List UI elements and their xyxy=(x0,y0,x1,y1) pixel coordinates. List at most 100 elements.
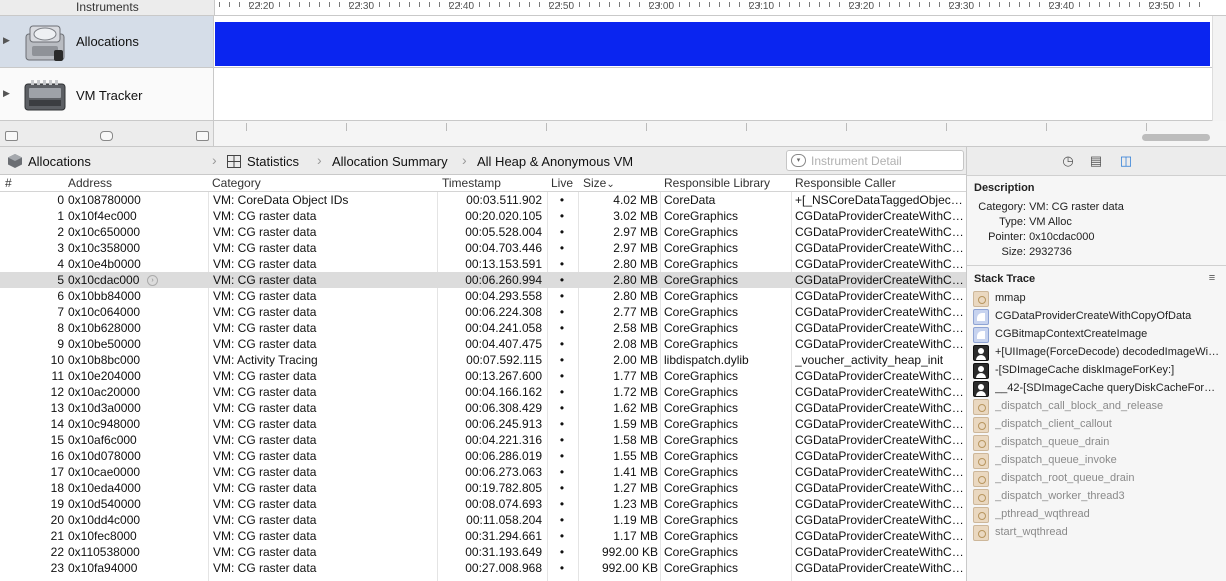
instrument-detail-input[interactable] xyxy=(811,153,961,168)
column-header-index[interactable]: # xyxy=(5,176,12,190)
stack-frame[interactable]: _dispatch_call_block_and_release xyxy=(973,398,1223,416)
stack-frame[interactable]: _dispatch_queue_drain xyxy=(973,434,1223,452)
ruler-tick xyxy=(809,2,810,7)
column-header-size[interactable]: Size⌄ xyxy=(583,176,615,190)
stack-trace-options-icon[interactable]: ≡ xyxy=(1205,271,1219,285)
ruler-tick xyxy=(979,2,980,7)
focus-arrow-icon[interactable]: › xyxy=(147,275,158,286)
stack-frame-name: _dispatch_queue_invoke xyxy=(995,454,1117,466)
table-row[interactable]: 20 0x10dd4c000 VM: CG raster data 00:11.058… xyxy=(0,512,966,528)
stack-frame[interactable]: _dispatch_worker_thread3 xyxy=(973,488,1223,506)
ruler-tick xyxy=(279,2,280,7)
row-index: 19 xyxy=(50,497,64,511)
row-size: 1.27 MB xyxy=(613,481,658,495)
stack-frame[interactable]: mmap xyxy=(973,290,1223,308)
table-row[interactable]: 4 0x10e4b0000 VM: CG raster data 00:13.153.… xyxy=(0,256,966,272)
table-row[interactable]: 3 0x10c358000 VM: CG raster data 00:04.703.… xyxy=(0,240,966,256)
vm-tracker-track-graph[interactable] xyxy=(214,68,1212,121)
user-code-icon xyxy=(973,381,989,397)
column-header-responsible-library[interactable]: Responsible Library xyxy=(664,176,770,190)
table-row[interactable]: 14 0x10c948000 VM: CG raster data 00:06.245… xyxy=(0,416,966,432)
ruler-tick xyxy=(239,2,240,7)
stack-frame[interactable]: start_wqthread xyxy=(973,524,1223,542)
table-row[interactable]: 21 0x10fec8000 VM: CG raster data 00:31.294… xyxy=(0,528,966,544)
stack-frame[interactable]: -[SDImageCache diskImageForKey:] xyxy=(973,362,1223,380)
table-row[interactable]: 17 0x10cae0000 VM: CG raster data 00:06.273… xyxy=(0,464,966,480)
row-caller: CGDataProviderCreateWithC… xyxy=(795,337,963,351)
description-type: Type: VM Alloc xyxy=(974,216,1072,228)
table-row[interactable]: 7 0x10c064000 VM: CG raster data 00:06.224.… xyxy=(0,304,966,320)
inspector-icon[interactable]: ◫ xyxy=(1118,153,1134,169)
ruler-tick xyxy=(879,2,880,7)
time-ruler[interactable]: 22:20 22:30 22:40 22:50 23:00 23:10 23:20 23:30… xyxy=(214,0,1212,16)
row-live: • xyxy=(559,385,565,399)
track-allocations[interactable]: ▶ Allocations xyxy=(0,16,214,68)
table-row[interactable]: 18 0x10eda4000 VM: CG raster data 00:19.782… xyxy=(0,480,966,496)
stack-frame[interactable]: _pthread_wqthread xyxy=(973,506,1223,524)
breadcrumb-detail[interactable]: Allocation Summary xyxy=(332,154,448,169)
row-address: 0x10b628000 xyxy=(68,321,141,335)
stack-frame[interactable]: +[UIImage(ForceDecode) decodedImageWi… xyxy=(973,344,1223,362)
track-zoom-icon[interactable] xyxy=(100,131,113,141)
breadcrumb-filter[interactable]: All Heap & Anonymous VM xyxy=(477,154,633,169)
stack-frame[interactable]: __42-[SDImageCache queryDiskCacheFor… xyxy=(973,380,1223,398)
table-row[interactable]: 13 0x10d3a0000 VM: CG raster data 00:06.308… xyxy=(0,400,966,416)
table-row[interactable]: 19 0x10d540000 VM: CG raster data 00:08.074… xyxy=(0,496,966,512)
table-row[interactable]: 9 0x10be50000 VM: CG raster data 00:04.407.… xyxy=(0,336,966,352)
table-row[interactable]: 0 0x108780000 VM: CoreData Object IDs 00:03… xyxy=(0,192,966,208)
row-library: libdispatch.dylib xyxy=(664,353,749,367)
disclosure-triangle-icon[interactable]: ▶ xyxy=(3,35,10,46)
table-icon[interactable]: ▤ xyxy=(1088,153,1104,169)
search-filter-icon[interactable]: ▾ xyxy=(791,154,806,167)
table-row[interactable]: 2 0x10c650000 VM: CG raster data 00:05.528.… xyxy=(0,224,966,240)
row-category: VM: CG raster data xyxy=(213,417,317,431)
row-category: VM: CG raster data xyxy=(213,209,317,223)
stack-frame[interactable]: _dispatch_root_queue_drain xyxy=(973,470,1223,488)
stack-frame[interactable]: CGBitmapContextCreateImage xyxy=(973,326,1223,344)
clock-icon[interactable]: ◷ xyxy=(1060,153,1076,169)
row-address: 0x10c358000 xyxy=(68,241,141,255)
table-row[interactable]: 1 0x10f4ec000 VM: CG raster data 00:20.020.… xyxy=(0,208,966,224)
timeline-horizontal-scroller[interactable] xyxy=(1142,134,1210,141)
row-address: 0x10c064000 xyxy=(68,305,141,319)
disclosure-triangle-icon[interactable]: ▶ xyxy=(3,88,10,99)
column-header-timestamp[interactable]: Timestamp xyxy=(442,176,501,190)
table-row[interactable]: 10 0x10b8bc000 VM: Activity Tracing 00:07.5… xyxy=(0,352,966,368)
stack-frame[interactable]: CGDataProviderCreateWithCopyOfData xyxy=(973,308,1223,326)
description-label: Size: xyxy=(1001,246,1026,258)
table-row[interactable]: 22 0x110538000 VM: CG raster data 00:31.193… xyxy=(0,544,966,560)
row-category: VM: CG raster data xyxy=(213,433,317,447)
row-address: 0x10eda4000 xyxy=(68,481,141,495)
row-timestamp: 00:06.308.429 xyxy=(465,401,542,415)
track-layout-icon[interactable] xyxy=(196,131,209,141)
ruler-tick xyxy=(799,2,800,7)
row-category: VM: Activity Tracing xyxy=(213,353,318,367)
inspector-divider xyxy=(967,265,1226,266)
ruler-tick xyxy=(829,2,830,7)
column-header-category[interactable]: Category xyxy=(212,176,261,190)
table-row[interactable]: 23 0x10fa94000 VM: CG raster data 00:27.008… xyxy=(0,560,966,576)
stack-frame[interactable]: _dispatch_client_callout xyxy=(973,416,1223,434)
row-live: • xyxy=(559,417,565,431)
table-row[interactable]: 6 0x10bb84000 VM: CG raster data 00:04.293.… xyxy=(0,288,966,304)
table-row[interactable]: 15 0x10af6c000 VM: CG raster data 00:04.221… xyxy=(0,432,966,448)
stack-frame[interactable]: _dispatch_queue_invoke xyxy=(973,452,1223,470)
table-row[interactable]: 16 0x10d078000 VM: CG raster data 00:06.286… xyxy=(0,448,966,464)
table-row[interactable]: 5 0x10cdac000 VM: CG raster data 00:06.260.… xyxy=(0,272,966,288)
table-row[interactable]: 12 0x10ac20000 VM: CG raster data 00:04.166… xyxy=(0,384,966,400)
breadcrumb-view[interactable]: Statistics xyxy=(247,154,299,169)
table-row[interactable]: 8 0x10b628000 VM: CG raster data 00:04.241.… xyxy=(0,320,966,336)
table-row[interactable]: 11 0x10e204000 VM: CG raster data 00:13.267… xyxy=(0,368,966,384)
timeline-vertical-scrollbar[interactable] xyxy=(1212,16,1226,121)
track-vm-tracker[interactable]: ▶ VM Tracker xyxy=(0,68,214,121)
allocations-track-graph[interactable] xyxy=(214,16,1212,68)
jump-bar: Allocations › Statistics › Allocation Su… xyxy=(0,146,966,175)
breadcrumb-instrument[interactable]: Allocations xyxy=(28,154,91,169)
instrument-detail-search[interactable]: ▾ xyxy=(786,150,964,171)
column-header-responsible-caller[interactable]: Responsible Caller xyxy=(795,176,896,190)
column-header-live[interactable]: Live xyxy=(551,176,573,190)
track-list-icon[interactable] xyxy=(5,131,18,141)
row-index: 18 xyxy=(50,481,64,495)
row-live: • xyxy=(559,193,565,207)
column-header-address[interactable]: Address xyxy=(68,176,112,190)
